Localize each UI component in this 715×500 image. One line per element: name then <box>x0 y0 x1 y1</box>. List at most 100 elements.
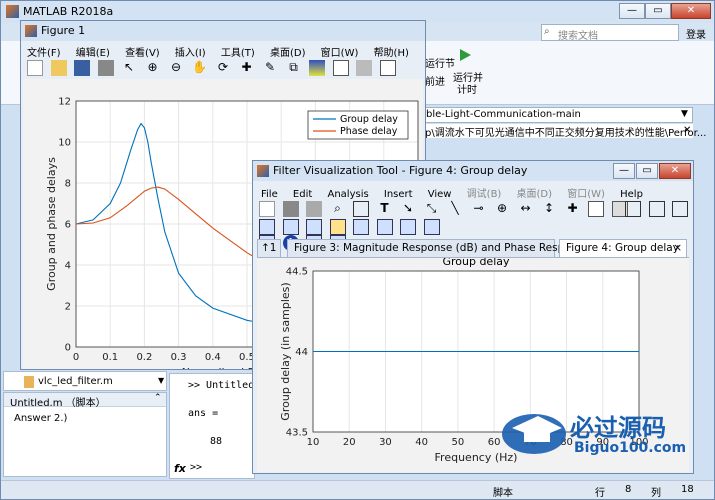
layout-grid-icon[interactable] <box>625 201 641 217</box>
pan-icon[interactable]: ✋ <box>192 60 208 76</box>
fv-insert-rect-icon[interactable] <box>353 201 369 217</box>
pointer-icon[interactable]: ↖ <box>121 60 137 76</box>
layout-split-icon[interactable] <box>648 201 665 217</box>
run-and-time-label-2[interactable]: 计时 <box>457 81 477 96</box>
rotate-icon[interactable]: ⟳ <box>215 60 231 76</box>
fv-data-cursor-icon[interactable]: ✚ <box>565 201 581 217</box>
print-icon[interactable] <box>97 60 114 76</box>
magnitude-response-icon[interactable] <box>259 219 275 235</box>
tab-selector-button[interactable]: ↑1 <box>257 239 281 257</box>
colorbar-icon[interactable] <box>309 60 325 76</box>
fvtool-maximize-button[interactable]: ▭ <box>636 163 658 179</box>
fv-pin-icon[interactable]: ⊸ <box>471 201 487 217</box>
fvtool-minimize-button[interactable]: — <box>613 163 635 179</box>
fv-menu-debug[interactable]: 调试(B) <box>467 189 502 200</box>
save-icon[interactable] <box>74 60 90 76</box>
file-browser-dropdown-icon[interactable]: ▼ <box>158 376 164 385</box>
fv-menu-file[interactable]: File <box>261 189 278 200</box>
y-tick-label: 8 <box>65 179 71 190</box>
path-dropdown-icon[interactable]: ▼ <box>681 109 688 119</box>
y-axis-label: Group and phase delays <box>45 157 58 291</box>
fv-zoom-x-icon[interactable]: ↔ <box>518 201 534 217</box>
tab-close-icon[interactable]: × <box>673 240 682 257</box>
fv-menu-desktop[interactable]: 桌面(D) <box>517 189 553 200</box>
show-plot-tools-icon[interactable] <box>379 60 396 76</box>
command-window[interactable]: >> Untitled ans = 88 fx >> <box>169 373 255 479</box>
fvtool-menu-bar: File Edit Analysis Insert View 调试(B) 桌面(… <box>261 185 655 200</box>
m-file-icon <box>24 376 34 388</box>
fv-insert-text-icon[interactable]: T <box>377 201 393 217</box>
menu-file[interactable]: 文件(F) <box>27 48 61 59</box>
y-tick-label: 12 <box>58 97 71 108</box>
layout-stack-icon[interactable] <box>672 201 688 217</box>
figure1-title: Figure 1 <box>41 24 86 37</box>
fv-print-preview-icon[interactable] <box>306 201 322 217</box>
close-button[interactable]: ✕ <box>671 3 711 19</box>
minimize-button[interactable]: — <box>619 3 645 19</box>
run-section-label[interactable]: 运行节 <box>425 55 455 70</box>
fv-zoom-icon[interactable]: ⌕ <box>330 201 346 217</box>
fv-menu-insert[interactable]: Insert <box>384 189 413 200</box>
watermark: 必过源码 Biguo100.com <box>498 404 698 464</box>
fv-arrow-icon[interactable]: ➘ <box>400 201 416 217</box>
figure1-title-bar: Figure 1 <box>21 21 425 41</box>
impulse-response-icon[interactable] <box>376 219 393 235</box>
fv-zoom-y-icon[interactable]: ↕ <box>541 201 557 217</box>
command-line-2: ans = <box>188 408 219 419</box>
link-icon[interactable]: ⧉ <box>286 60 302 76</box>
data-cursor-icon[interactable]: ✚ <box>239 60 255 76</box>
fv-new-icon[interactable] <box>259 201 275 217</box>
fv-menu-edit[interactable]: Edit <box>293 189 312 200</box>
pole-zero-icon[interactable] <box>423 219 440 235</box>
fv-double-arrow-icon[interactable]: ⤡ <box>424 201 440 217</box>
fv-menu-window[interactable]: 窗口(W) <box>567 189 605 200</box>
step-response-icon[interactable] <box>400 219 416 235</box>
search-doc-input[interactable]: ⌕ 搜索文档 <box>541 24 679 42</box>
sign-in-link[interactable]: 登录 <box>686 26 706 41</box>
menu-tools[interactable]: 工具(T) <box>221 48 255 59</box>
hide-plot-tools-icon[interactable] <box>356 60 372 76</box>
maximize-button[interactable]: ▭ <box>645 3 671 19</box>
tab-magnitude-phase[interactable]: Figure 3: Magnitude Response (dB) and Ph… <box>287 239 589 257</box>
menu-desktop[interactable]: 桌面(D) <box>270 48 306 59</box>
fv-zoom-in-icon[interactable]: ⊕ <box>494 201 510 217</box>
fv-line-icon[interactable]: ╲ <box>447 201 463 217</box>
legend-icon[interactable] <box>332 60 349 76</box>
mag-phase-icon[interactable] <box>306 219 322 235</box>
zoom-in-icon[interactable]: ⊕ <box>145 60 161 76</box>
open-file-icon[interactable] <box>50 60 67 76</box>
advance-label[interactable]: 前进 <box>425 73 445 88</box>
brush-icon[interactable]: ✎ <box>262 60 278 76</box>
menu-insert[interactable]: 插入(I) <box>175 48 206 59</box>
x-tick-label: 30 <box>379 437 392 448</box>
file-item-label[interactable]: vlc_led_filter.m <box>38 376 113 387</box>
close-panel-icon[interactable]: ✕ <box>683 125 691 136</box>
x-tick-label: 20 <box>343 437 356 448</box>
x-tick-label: 0.2 <box>136 352 152 363</box>
tab-group-delay[interactable]: Figure 4: Group delay × <box>559 239 687 257</box>
fv-menu-help[interactable]: Help <box>620 189 643 200</box>
menu-help[interactable]: 帮助(H) <box>374 48 409 59</box>
fv-menu-analysis[interactable]: Analysis <box>327 189 368 200</box>
group-delay-icon[interactable] <box>329 219 346 235</box>
phase-delay-icon[interactable] <box>353 219 369 235</box>
menu-view[interactable]: 查看(V) <box>125 48 160 59</box>
tab-magnitude-phase-label: Figure 3: Magnitude Response (dB) and Ph… <box>294 242 590 254</box>
fv-print-icon[interactable] <box>282 201 299 217</box>
menu-edit[interactable]: 编辑(E) <box>76 48 110 59</box>
status-script-label: 脚本 <box>493 488 513 499</box>
fvtool-title-bar: Filter Visualization Tool - Figure 4: Gr… <box>253 161 693 181</box>
menu-window[interactable]: 窗口(W) <box>321 48 359 59</box>
fvtool-close-button[interactable]: ✕ <box>659 163 691 179</box>
watermark-url: Biguo100.com <box>574 440 687 456</box>
zoom-out-icon[interactable]: ⊖ <box>168 60 184 76</box>
phase-response-icon[interactable] <box>282 219 299 235</box>
fv-menu-view[interactable]: View <box>428 189 452 200</box>
path-bar[interactable]: ble-Light-Communication-main <box>421 107 693 123</box>
command-prompt: >> <box>190 462 203 473</box>
new-figure-icon[interactable] <box>27 60 43 76</box>
details-title: Untitled.m （脚本） <box>10 398 106 409</box>
fv-legend-icon[interactable] <box>588 201 604 217</box>
details-collapse-icon[interactable]: ⌃ <box>154 393 162 403</box>
fvtool-title: Filter Visualization Tool - Figure 4: Gr… <box>273 164 528 177</box>
